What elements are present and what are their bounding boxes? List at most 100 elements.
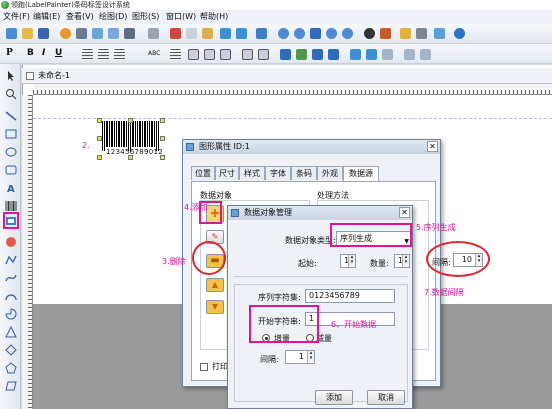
count-spinner[interactable]: ▴ ▾ bbox=[402, 255, 409, 267]
distribute-v-icon[interactable] bbox=[258, 49, 269, 60]
group-icon[interactable] bbox=[312, 49, 323, 60]
calc-icon[interactable] bbox=[148, 28, 159, 39]
align-center-icon[interactable] bbox=[98, 49, 109, 60]
back-icon[interactable] bbox=[366, 49, 377, 60]
align-right-icon[interactable] bbox=[114, 49, 125, 60]
handle-bl[interactable] bbox=[97, 155, 102, 160]
zoom-tool-icon[interactable] bbox=[5, 88, 17, 100]
handle-tm[interactable] bbox=[128, 118, 133, 123]
tab-datasource[interactable]: 数据源 bbox=[343, 166, 379, 181]
image-icon[interactable] bbox=[434, 28, 445, 39]
front-icon[interactable] bbox=[350, 49, 361, 60]
align-middle-icon[interactable] bbox=[204, 49, 215, 60]
triangle-tool-icon[interactable] bbox=[5, 326, 17, 338]
size-icon[interactable] bbox=[382, 49, 393, 60]
tab-barcode[interactable]: 条码 bbox=[291, 166, 317, 180]
ungroup-icon[interactable] bbox=[328, 49, 339, 60]
copy-icon[interactable] bbox=[186, 28, 197, 39]
folder-icon[interactable] bbox=[400, 28, 411, 39]
menu-help[interactable]: 帮助(H) bbox=[200, 10, 228, 24]
italic-button[interactable]: I bbox=[42, 48, 45, 58]
polyline-tool-icon[interactable] bbox=[5, 254, 17, 266]
close-icon[interactable]: ✕ bbox=[427, 141, 438, 152]
datasource-tool-icon[interactable] bbox=[5, 215, 17, 227]
tab-position[interactable]: 位置 bbox=[191, 166, 215, 180]
save-icon[interactable] bbox=[38, 28, 49, 39]
tab-size[interactable]: 尺寸 bbox=[215, 166, 239, 180]
print-icon[interactable] bbox=[76, 28, 87, 39]
roundrect-tool-icon[interactable] bbox=[5, 164, 17, 176]
handle-bm[interactable] bbox=[128, 155, 133, 160]
font-icon[interactable]: P bbox=[6, 48, 13, 58]
image-tool-icon[interactable] bbox=[5, 236, 17, 248]
move-up-button[interactable]: ▲ bbox=[206, 278, 224, 292]
settings-icon[interactable] bbox=[60, 28, 71, 39]
tab-appearance[interactable]: 外观 bbox=[317, 166, 343, 180]
rect-tool-icon[interactable] bbox=[5, 128, 17, 140]
polygon-tool-icon[interactable] bbox=[5, 362, 17, 374]
doc-tab[interactable]: 未命名-1 bbox=[22, 68, 552, 84]
add-button[interactable]: 添加 bbox=[315, 390, 353, 405]
ellipse-tool-icon[interactable] bbox=[5, 146, 17, 158]
step-input[interactable]: 1 ▴ ▾ bbox=[285, 350, 315, 364]
text-abc-icon[interactable]: ABC bbox=[148, 50, 160, 57]
width-icon[interactable] bbox=[404, 49, 415, 60]
data-dialog-close-icon[interactable]: ✕ bbox=[399, 207, 410, 218]
handle-tr[interactable] bbox=[160, 118, 165, 123]
fit-icon[interactable] bbox=[310, 28, 321, 39]
new-icon[interactable] bbox=[6, 28, 17, 39]
barcode-tool-icon[interactable] bbox=[5, 200, 17, 212]
open-icon[interactable] bbox=[22, 28, 33, 39]
count-input[interactable]: 1 ▴ ▾ bbox=[394, 254, 410, 268]
barcode-object[interactable]: 123456789012 bbox=[100, 121, 163, 159]
align-bottom-icon[interactable] bbox=[220, 49, 231, 60]
zoom-page-icon[interactable] bbox=[342, 28, 353, 39]
zoom-out-icon[interactable] bbox=[294, 28, 305, 39]
seq-input[interactable]: 0123456789 bbox=[305, 289, 395, 303]
tab-style[interactable]: 样式 bbox=[239, 166, 265, 180]
arc-tool-icon[interactable] bbox=[5, 290, 17, 302]
text-tool-icon[interactable]: A bbox=[5, 182, 17, 194]
cancel-button[interactable]: 取消 bbox=[367, 390, 405, 405]
menu-edit[interactable]: 编辑(E) bbox=[33, 10, 60, 24]
distribute-h-icon[interactable] bbox=[242, 49, 253, 60]
rotate-icon[interactable] bbox=[280, 49, 291, 60]
tool-icon[interactable] bbox=[416, 28, 427, 39]
paste-icon[interactable] bbox=[202, 28, 213, 39]
handle-tl[interactable] bbox=[97, 118, 102, 123]
redo-icon[interactable] bbox=[236, 28, 247, 39]
flip-icon[interactable] bbox=[296, 49, 307, 60]
tab-font[interactable]: 字体 bbox=[265, 166, 291, 180]
menu-draw[interactable]: 绘图(D) bbox=[99, 10, 127, 24]
parallelogram-tool-icon[interactable] bbox=[5, 380, 17, 392]
start-input[interactable]: 1 ▴ ▾ bbox=[340, 254, 356, 268]
step-spinner[interactable]: ▴ ▾ bbox=[307, 351, 314, 363]
height-icon[interactable] bbox=[420, 49, 431, 60]
menu-window[interactable]: 窗口(W) bbox=[166, 10, 196, 24]
handle-ml[interactable] bbox=[97, 136, 102, 141]
align-top-icon[interactable] bbox=[188, 49, 199, 60]
bold-button[interactable]: B bbox=[27, 48, 34, 58]
database-icon[interactable] bbox=[92, 28, 103, 39]
menu-view[interactable]: 查看(V) bbox=[66, 10, 94, 24]
barcode-icon[interactable] bbox=[124, 28, 135, 39]
start-spinner[interactable]: ▴ ▾ bbox=[348, 255, 355, 267]
curve-tool-icon[interactable] bbox=[5, 272, 17, 284]
lock-icon[interactable] bbox=[380, 28, 391, 39]
data-icon[interactable] bbox=[108, 28, 119, 39]
align-left-icon[interactable] bbox=[82, 49, 93, 60]
zoom-icon[interactable] bbox=[326, 28, 337, 39]
menu-file[interactable]: 文件(F) bbox=[3, 10, 30, 24]
print-checkbox[interactable] bbox=[200, 363, 208, 371]
select-arrow-icon[interactable] bbox=[5, 70, 17, 82]
underline-button[interactable]: U bbox=[55, 48, 62, 58]
cut-icon[interactable] bbox=[170, 28, 181, 39]
help-icon[interactable] bbox=[454, 28, 465, 39]
menu-shape[interactable]: 图形(S) bbox=[132, 10, 159, 24]
move-down-button[interactable]: ▼ bbox=[206, 300, 224, 314]
diamond-tool-icon[interactable] bbox=[5, 344, 17, 356]
handle-br[interactable] bbox=[160, 155, 165, 160]
handle-mr[interactable] bbox=[160, 136, 165, 141]
zoom-in-icon[interactable] bbox=[278, 28, 289, 39]
arrow-left-icon[interactable] bbox=[256, 28, 267, 39]
